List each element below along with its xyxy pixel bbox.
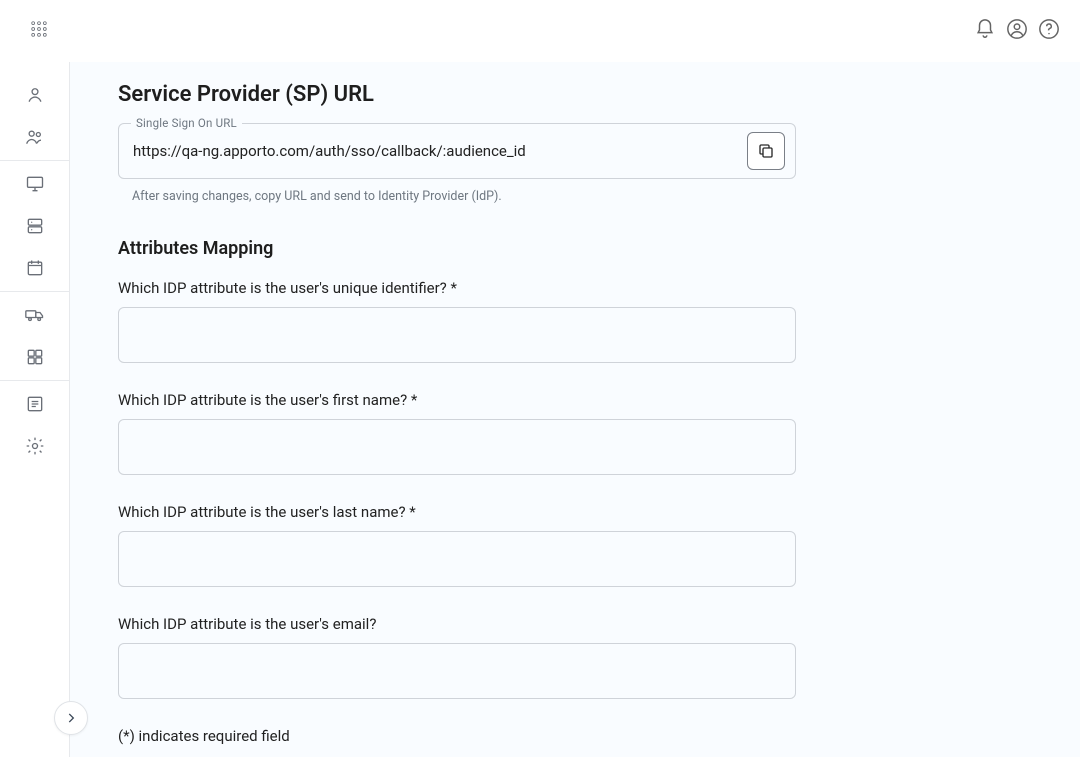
lastname-label: Which IDP attribute is the user's last n… xyxy=(118,503,1042,521)
sidebar-item-users[interactable] xyxy=(0,116,69,158)
sidebar-item-schedule[interactable] xyxy=(0,247,69,289)
server-icon xyxy=(25,216,45,236)
uid-input[interactable] xyxy=(118,307,796,363)
sso-url-helper: After saving changes, copy URL and send … xyxy=(132,189,1042,204)
user-icon xyxy=(25,85,45,105)
sidebar-item-apps[interactable] xyxy=(0,336,69,378)
uid-label: Which IDP attribute is the user's unique… xyxy=(118,279,1042,297)
nav-separator xyxy=(0,160,69,161)
truck-icon xyxy=(24,305,46,325)
nav-separator xyxy=(0,380,69,381)
chevron-right-icon xyxy=(64,711,78,725)
list-icon xyxy=(25,394,45,414)
sidebar-expand-button[interactable] xyxy=(54,701,88,735)
sidebar-item-desktops[interactable] xyxy=(0,163,69,205)
grid-icon xyxy=(25,347,45,367)
mapping-heading: Attributes Mapping xyxy=(118,238,1042,259)
firstname-input[interactable] xyxy=(118,419,796,475)
sso-url-value: https://qa-ng.apporto.com/auth/sso/callb… xyxy=(133,142,741,160)
users-group-icon xyxy=(24,127,46,147)
account-icon[interactable] xyxy=(1006,18,1028,44)
sp-heading: Service Provider (SP) URL xyxy=(118,82,1042,107)
sso-url-label: Single Sign On URL xyxy=(131,116,242,130)
main-content: Service Provider (SP) URL Single Sign On… xyxy=(70,62,1080,757)
sidebar-item-settings[interactable] xyxy=(0,425,69,467)
nav-separator xyxy=(0,291,69,292)
lastname-input[interactable] xyxy=(118,531,796,587)
sidebar-item-delivery[interactable] xyxy=(0,294,69,336)
bell-icon[interactable] xyxy=(974,18,996,44)
sidebar-item-servers[interactable] xyxy=(0,205,69,247)
copy-button[interactable] xyxy=(747,132,785,170)
sidebar-item-reports[interactable] xyxy=(0,383,69,425)
sidebar-item-user[interactable] xyxy=(0,74,69,116)
help-icon[interactable] xyxy=(1038,18,1060,44)
sidebar xyxy=(0,62,70,757)
apps-icon[interactable] xyxy=(29,19,49,43)
top-bar xyxy=(0,0,1080,62)
monitor-icon xyxy=(25,174,45,194)
sso-url-field: Single Sign On URL https://qa-ng.apporto… xyxy=(118,123,796,179)
gear-icon xyxy=(25,436,45,456)
calendar-icon xyxy=(25,258,45,278)
required-note: (*) indicates required field xyxy=(118,727,1042,745)
email-input[interactable] xyxy=(118,643,796,699)
firstname-label: Which IDP attribute is the user's first … xyxy=(118,391,1042,409)
email-label: Which IDP attribute is the user's email? xyxy=(118,615,1042,633)
copy-icon xyxy=(757,142,775,160)
